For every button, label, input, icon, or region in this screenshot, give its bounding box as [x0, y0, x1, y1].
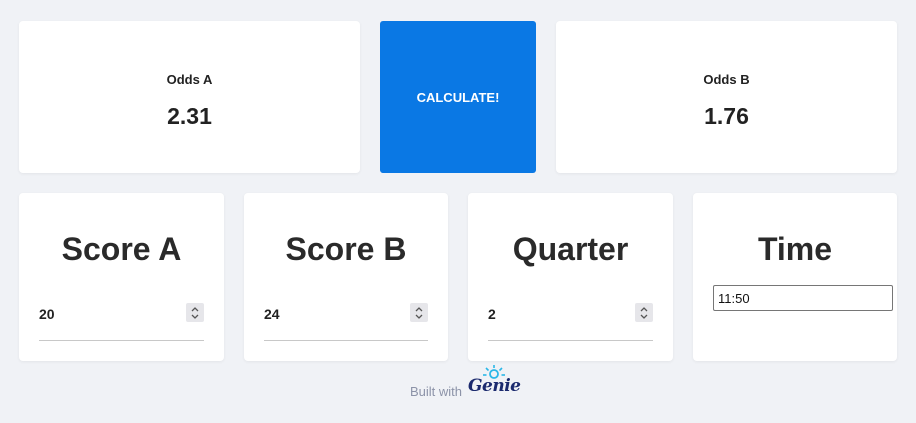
quarter-input[interactable]: 2 [488, 302, 653, 341]
odds-a-label: Odds A [166, 72, 213, 87]
odds-a-value: 2.31 [167, 103, 212, 129]
odds-b-label: Odds B [703, 72, 750, 87]
score-a-title: Score A [61, 231, 182, 267]
score-b-card: Score B 24 [244, 193, 448, 361]
score-b-stepper[interactable] [410, 303, 428, 322]
quarter-card: Quarter 2 [468, 193, 673, 361]
score-b-title: Score B [285, 231, 407, 267]
genie-logo[interactable]: Genie [466, 364, 521, 404]
stepper-icon [640, 306, 648, 319]
quarter-value: 2 [488, 306, 496, 322]
stepper-icon [191, 306, 199, 319]
odds-b-card: Odds B 1.76 [556, 21, 897, 173]
score-b-input[interactable]: 24 [264, 302, 428, 341]
genie-wordmark: Genie [468, 376, 521, 396]
time-input[interactable] [713, 285, 893, 311]
time-title: Time [757, 231, 833, 267]
footer: Built with Genie [0, 364, 916, 404]
odds-a-card: Odds A 2.31 [19, 21, 360, 173]
score-a-input[interactable]: 20 [39, 302, 204, 341]
score-a-value: 20 [39, 306, 55, 322]
footer-text: Built with [409, 384, 463, 399]
score-b-value: 24 [264, 306, 280, 322]
quarter-stepper[interactable] [635, 303, 653, 322]
stepper-icon [415, 306, 423, 319]
quarter-title: Quarter [512, 231, 629, 267]
time-card: Time [693, 193, 897, 361]
score-a-card: Score A 20 [19, 193, 224, 361]
calculate-button[interactable]: CALCULATE! [380, 21, 536, 173]
odds-b-value: 1.76 [704, 103, 749, 129]
score-a-stepper[interactable] [186, 303, 204, 322]
